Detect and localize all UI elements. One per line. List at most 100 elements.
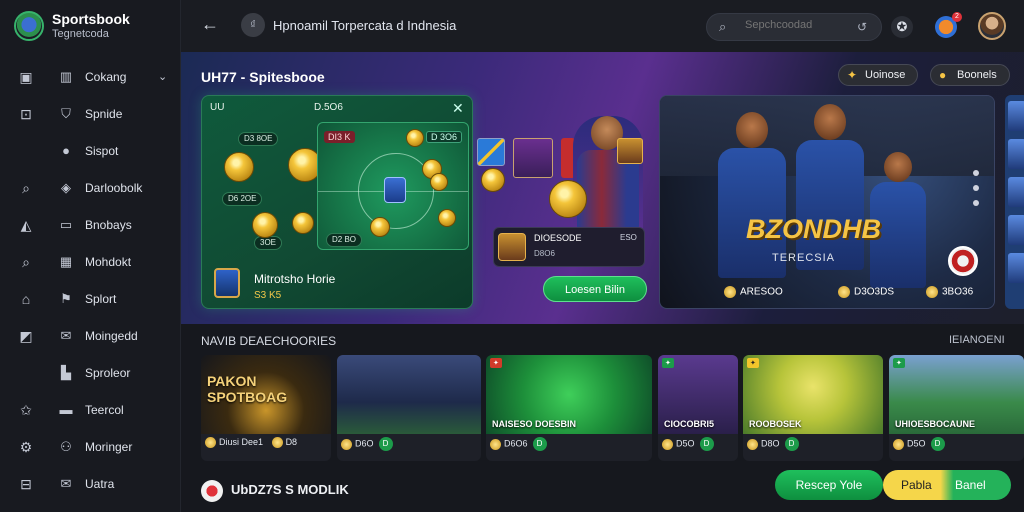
card-footer: Diusi Dee1 D8 <box>205 437 297 449</box>
top-bar: ← ₫ Hpnoamil Torpercata d Indnesia ⌕ ↺ ✪… <box>181 0 1024 52</box>
login-button[interactable]: Loesen Bilin <box>543 276 647 302</box>
coin-icon <box>747 438 758 450</box>
thumbnail-strip[interactable] <box>1005 95 1024 309</box>
bonus-pill-button[interactable]: ● Boonels <box>930 64 1010 86</box>
team-value: S3 K5 <box>254 290 282 301</box>
coin-icon <box>271 437 283 449</box>
register-button[interactable]: Rescep Yole <box>775 470 883 500</box>
coin-icon <box>205 437 216 449</box>
odds-chip[interactable]: 3OE <box>254 236 283 250</box>
category-card[interactable]: PAKON SPOTBOAG Diusi Dee1 D8 <box>201 355 331 461</box>
close-icon[interactable]: ✕ <box>452 100 464 117</box>
category-card[interactable]: ✦ CIOCOBRI5 D5O D <box>658 355 738 461</box>
card-footer: D5O D <box>893 437 945 451</box>
sidebar-item-splort[interactable]: ⌂ ⚑ Splort <box>0 280 181 317</box>
promo-stat: 3BO36 <box>926 286 973 298</box>
thumbnail[interactable] <box>1008 177 1024 207</box>
avatar[interactable] <box>978 12 1006 40</box>
sidebar-item-cokang[interactable]: ▣ ▥ Cokang ⌄ <box>0 58 181 95</box>
live-badge: ✦ <box>662 358 674 368</box>
deposit-pill-button[interactable]: ✦ Uoinose <box>838 64 918 86</box>
coin <box>292 212 314 234</box>
odds-chip[interactable]: D2 BO <box>326 233 363 247</box>
split-left-label[interactable]: Pabla <box>901 470 932 500</box>
thumbnail[interactable] <box>1008 253 1024 283</box>
currency-icon: ₫ <box>241 13 265 37</box>
carousel-dot[interactable] <box>973 185 979 191</box>
bet-card-num: ESO <box>620 233 637 242</box>
bet-card[interactable]: DIOESODE D8O6 ESO <box>493 227 645 267</box>
sidebar-item-darloobolk[interactable]: ⌕ ◈ Darloobolk <box>0 169 181 206</box>
see-all-link[interactable]: IEIANOENI <box>949 334 1005 346</box>
card-stat: D6O <box>355 438 374 449</box>
breadcrumb[interactable]: ₫ Hpnoamil Torpercata d Indnesia <box>241 13 456 37</box>
card-stat: D5O <box>907 438 926 449</box>
category-card[interactable]: ✦ NAISESO DOESBIN D6O6 D <box>486 355 652 461</box>
search-box[interactable]: ⌕ ↺ <box>706 13 882 41</box>
sidebar-item-bnobays[interactable]: ◭ ▭ Bnobays <box>0 206 181 243</box>
carousel-dot[interactable] <box>973 200 979 206</box>
pitch-view[interactable]: DI3 K D 3O6 D2 BO <box>317 122 469 250</box>
bet-card-sub: D8O6 <box>534 249 555 258</box>
sidebar-item-label: Darloobolk <box>85 180 143 195</box>
odds-chip[interactable]: D6 2OE <box>222 192 263 206</box>
card-stat: D8O <box>761 438 780 449</box>
group-icon: ⚇ <box>60 438 72 454</box>
brand-title: Sportsbook <box>52 11 130 27</box>
sidebar-item-uatra[interactable]: ⊟ ✉ Uatra <box>0 465 181 502</box>
player-head <box>736 112 768 148</box>
pill-label: Uoinose <box>865 69 906 81</box>
bet-card-title: DIOESODE <box>534 233 582 243</box>
ball-icon[interactable] <box>948 246 978 276</box>
card-badge: D <box>532 437 547 451</box>
support-icon[interactable]: ✪ <box>891 16 913 38</box>
carousel-dot[interactable] <box>973 170 979 176</box>
thumbnail[interactable] <box>1008 139 1024 169</box>
card-badge: D <box>784 437 799 451</box>
brand[interactable]: Sportsbook Tegnetcoda <box>14 11 130 41</box>
category-card[interactable]: ✦ ROOBOSEK D8O D <box>743 355 883 461</box>
carousel-dots[interactable] <box>973 170 981 215</box>
category-card[interactable]: D6O D <box>337 355 481 461</box>
chevron-down-icon[interactable]: ⌄ <box>158 70 167 83</box>
coin <box>370 217 390 237</box>
sidebar-item-sproleor[interactable]: ▙ Sproleor <box>0 354 181 391</box>
circle-icon: ● <box>62 142 70 158</box>
bolt-icon: ✦ <box>847 68 858 82</box>
sidebar-item-label: Moringer <box>85 439 133 454</box>
coin <box>438 209 456 227</box>
match-panel[interactable]: UU D.5O6 ✕ D3 8OE D6 2OE 3OE DI3 K D 3O6 <box>201 95 473 309</box>
sidebar-item-moingedd[interactable]: ◩ ✉ Moingedd <box>0 317 181 354</box>
sidebar-item-moringer[interactable]: ⚙ ⚇ Moringer <box>0 428 181 465</box>
coin <box>481 168 505 192</box>
sidebar-item-sispot[interactable]: ● Sispot <box>0 132 181 169</box>
search-icon: ⌕ <box>22 253 30 270</box>
category-card[interactable]: ✦ UHIOESBOCAUNE D5O D <box>889 355 1024 461</box>
featured-promo[interactable]: BZONDHB TERECSIA ARESOO D3O3DS 3BO36 <box>659 95 995 309</box>
back-arrow-icon[interactable]: ← <box>201 14 219 35</box>
sidebar-item-label: Sproleor <box>85 365 131 380</box>
globe-icon <box>838 286 850 298</box>
card-footer: D5O D <box>662 437 714 451</box>
sidebar-item-teercol[interactable]: ✩ ▬ Teercol <box>0 391 181 428</box>
card-caption: PAKON SPOTBOAG <box>207 373 288 405</box>
sidebar-item-mohdokt[interactable]: ⌕ ▦ Mohdokt <box>0 243 181 280</box>
player-image <box>573 116 643 236</box>
sidebar-item-label: Spnide <box>85 106 123 121</box>
trophy-icon: ◭ <box>20 216 32 233</box>
card-stat: D6O6 <box>504 438 528 449</box>
sidebar-item-spnide[interactable]: ⊡ ⛉ Spnide <box>0 95 181 132</box>
thumbnail[interactable] <box>1008 215 1024 245</box>
odds-chip[interactable]: D3 8OE <box>238 132 279 146</box>
voice-icon[interactable]: ↺ <box>857 20 867 34</box>
split-right-label[interactable]: Banel <box>955 470 986 500</box>
live-tag: DI3 K <box>324 131 355 143</box>
sidebar-nav: ▣ ▥ Cokang ⌄ ⊡ ⛉ Spnide ● Sispot ⌕ ◈ Dar… <box>0 58 181 502</box>
club-crest-icon <box>617 138 643 164</box>
thumbnail[interactable] <box>1008 101 1024 131</box>
search-icon: ⌕ <box>719 19 727 34</box>
split-action-button[interactable]: Pabla Banel <box>883 470 1011 500</box>
sidebar-item-label: Teercol <box>85 402 124 417</box>
search-input[interactable] <box>745 19 845 31</box>
sidebar-item-label: Uatra <box>85 476 115 491</box>
